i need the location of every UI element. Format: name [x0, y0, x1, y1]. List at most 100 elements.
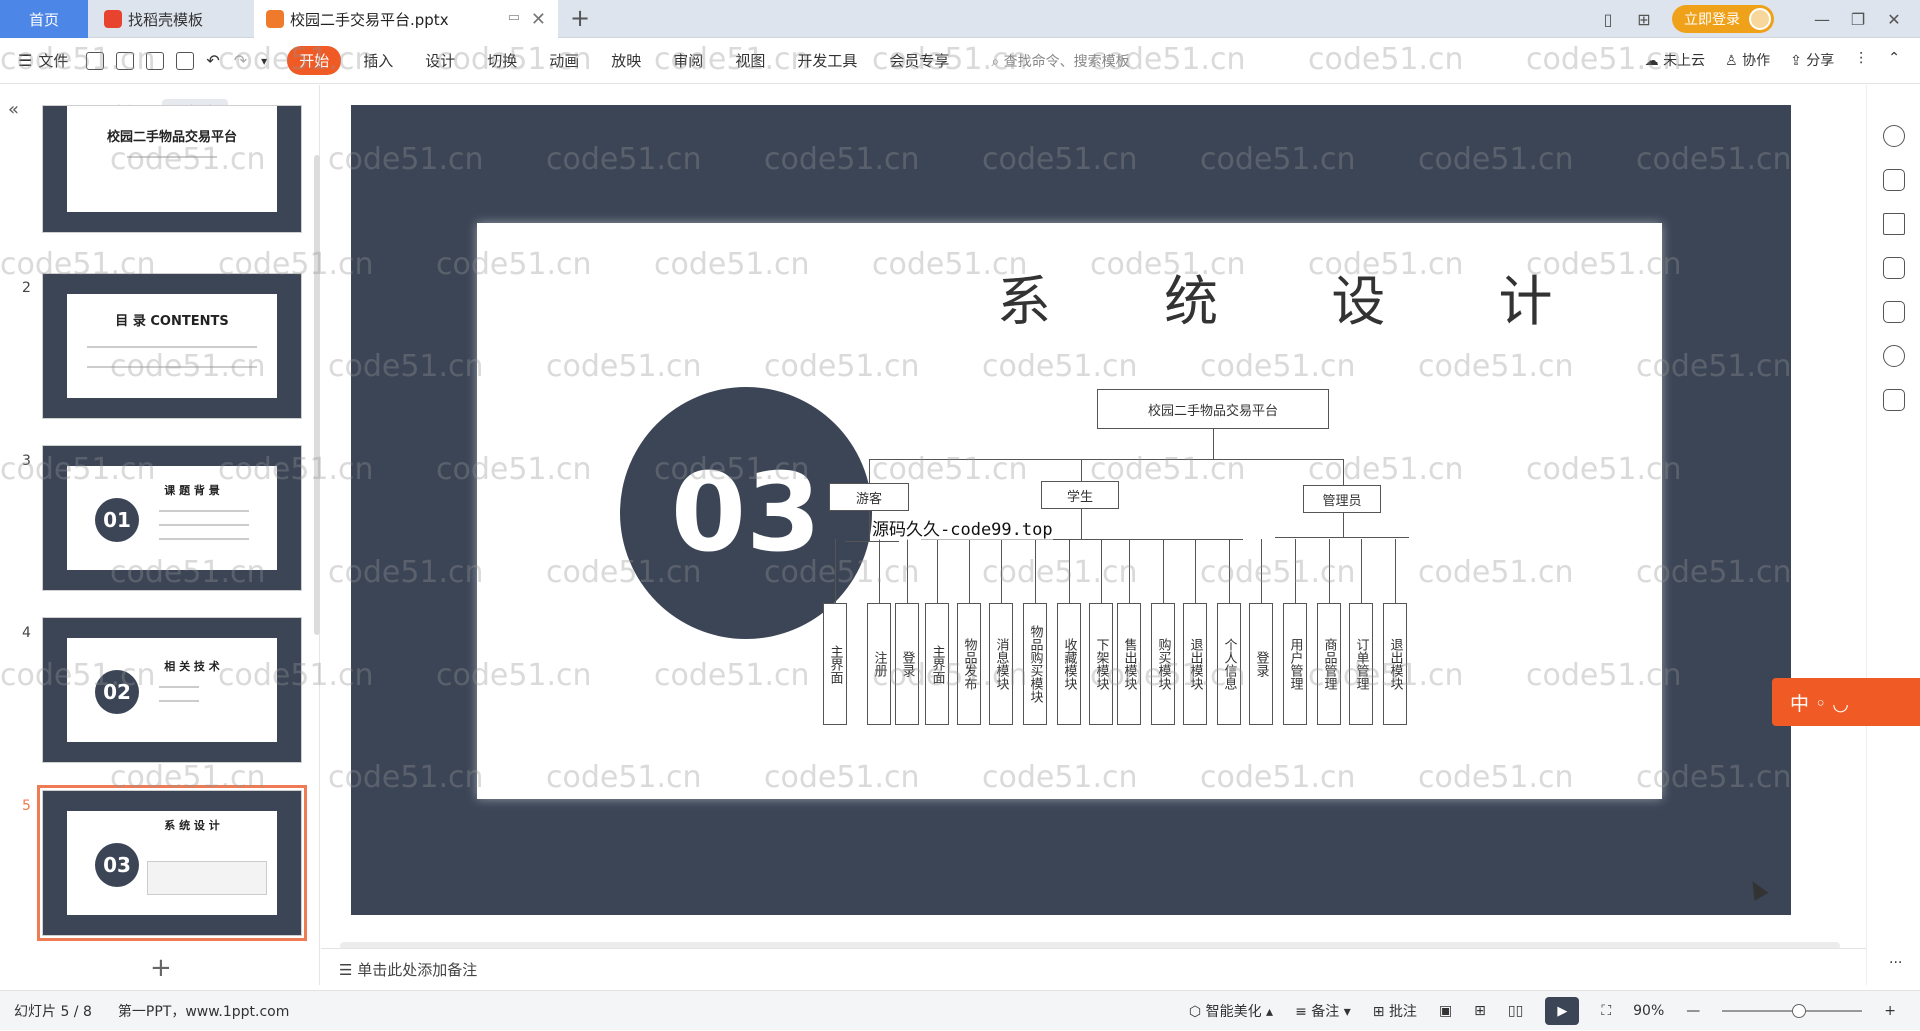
slide-thumb-1[interactable]: 校园二手物品交易平台	[42, 105, 302, 233]
zoom-level[interactable]: 90%	[1633, 1003, 1664, 1019]
tab-slideshow[interactable]: 放映	[611, 50, 641, 71]
location-icon[interactable]	[1883, 345, 1905, 367]
org-role-admin[interactable]: 管理员	[1303, 485, 1381, 513]
org-leaf[interactable]: 主界面	[925, 603, 949, 725]
org-leaf[interactable]: 售出模块	[1117, 603, 1141, 725]
org-leaf[interactable]: 消息模块	[989, 603, 1013, 725]
connector	[1343, 513, 1344, 537]
connector	[1101, 539, 1102, 603]
thumb-badge: 02	[95, 670, 139, 714]
zoom-slider[interactable]	[1722, 1004, 1863, 1018]
play-button[interactable]: ▶	[1545, 997, 1580, 1025]
collapse-panel-icon[interactable]: «	[8, 99, 19, 120]
notes-toggle[interactable]: ≡ 备注 ▾	[1295, 1001, 1351, 1021]
print-preview-icon[interactable]	[176, 51, 195, 70]
tab-review[interactable]: 审阅	[673, 50, 703, 71]
org-role-guest[interactable]: 游客	[829, 483, 909, 511]
org-leaf[interactable]: 用户管理	[1283, 603, 1307, 725]
redo-icon[interactable]: ↷	[234, 51, 247, 70]
org-root[interactable]: 校园二手物品交易平台	[1097, 389, 1329, 429]
tab-template[interactable]: 找稻壳模板	[90, 0, 250, 38]
tab-start[interactable]: 开始	[287, 46, 342, 75]
tab-member[interactable]: 会员专享	[889, 50, 949, 71]
rocket-icon[interactable]	[1883, 125, 1905, 147]
minimize-icon[interactable]: —	[1804, 10, 1840, 29]
file-menu[interactable]: 文件	[38, 50, 68, 71]
save-icon[interactable]	[86, 51, 105, 70]
org-leaf[interactable]: 订单管理	[1349, 603, 1373, 725]
share-button[interactable]: ⇪ 分享	[1790, 50, 1834, 70]
pin-icon[interactable]	[1883, 213, 1905, 235]
slide-thumb-5[interactable]: 03 系 统 设 计	[37, 785, 307, 941]
org-leaf[interactable]: 物品购买模块	[1023, 603, 1047, 725]
slide-title[interactable]: 系 统 设 计	[997, 257, 1601, 336]
org-leaf[interactable]: 登录	[895, 603, 919, 725]
image-icon[interactable]	[1883, 301, 1905, 323]
tab-home[interactable]: 首页	[0, 0, 88, 38]
notes-area[interactable]: ☰ 单击此处添加备注	[321, 948, 1866, 984]
apps-grid-icon[interactable]: ⊞	[1626, 10, 1662, 29]
collab-button[interactable]: ♙ 协作	[1725, 50, 1770, 70]
tab-document[interactable]: 校园二手交易平台.pptx ▭ ✕	[254, 0, 558, 38]
org-leaf[interactable]: 下架模块	[1089, 603, 1113, 725]
ime-badge[interactable]: 中 ◦ ◡	[1772, 678, 1920, 726]
more-dots-icon[interactable]: ···	[1889, 955, 1902, 971]
org-leaf[interactable]: 购买模块	[1151, 603, 1175, 725]
sorter-view-icon[interactable]: ⊞	[1474, 1003, 1486, 1019]
tab-animation[interactable]: 动画	[549, 50, 579, 71]
print-icon[interactable]	[146, 51, 165, 70]
comment-toggle[interactable]: ⊞ 批注	[1373, 1001, 1417, 1021]
org-leaf[interactable]: 退出模块	[1383, 603, 1407, 725]
book-icon[interactable]	[1883, 389, 1905, 411]
org-role-student[interactable]: 学生	[1041, 481, 1119, 509]
add-slide-button[interactable]: +	[150, 953, 172, 983]
zoom-knob[interactable]	[1792, 1004, 1807, 1018]
notes-icon: ☰	[339, 961, 353, 979]
org-leaf[interactable]: 收藏模块	[1057, 603, 1081, 725]
thumb-title: 目 录 CONTENTS	[115, 314, 229, 329]
close-window-icon[interactable]: ✕	[1876, 10, 1912, 29]
org-leaf[interactable]: 商品管理	[1317, 603, 1341, 725]
slide-thumb-3[interactable]: 01 课 题 背 景	[42, 445, 302, 591]
fit-window-icon[interactable]: ⛶	[1601, 1003, 1611, 1019]
org-leaf[interactable]: 退出模块	[1183, 603, 1207, 725]
titlebar-right: ▯ ⊞ 立即登录 — ❐ ✕	[1590, 0, 1920, 38]
menu-icon[interactable]: ☰	[18, 51, 32, 70]
org-leaf[interactable]: 注册	[867, 603, 891, 725]
export-pdf-icon[interactable]	[116, 51, 135, 70]
tab-transition[interactable]: 切换	[487, 50, 517, 71]
zoom-out-icon[interactable]: —	[1686, 1003, 1700, 1019]
layout-icon[interactable]: ▯	[1590, 10, 1626, 29]
more-icon[interactable]: ⋮	[1854, 50, 1868, 70]
beautify-button[interactable]: ⬡ 智能美化 ▴	[1189, 1001, 1273, 1021]
tab-developer[interactable]: 开发工具	[797, 50, 857, 71]
undo-icon[interactable]: ↶	[206, 51, 219, 70]
chevron-down-icon[interactable]: ▾	[261, 54, 267, 68]
slide-thumb-2[interactable]: 目 录 CONTENTS	[42, 273, 302, 419]
org-leaf[interactable]: 主界面	[823, 603, 847, 725]
close-tab-icon[interactable]: ✕	[531, 9, 546, 30]
cloud-status[interactable]: ☁ 未上云	[1645, 50, 1705, 70]
screen-icon[interactable]: ▭	[508, 10, 520, 25]
org-leaf[interactable]: 物品发布	[957, 603, 981, 725]
settings-sliders-icon[interactable]	[1883, 169, 1905, 191]
current-slide[interactable]: 系 统 设 计 03 校园二手物品交易平台 游客 学生 管理员 主界面 注册 登录主…	[477, 223, 1662, 799]
slide-thumb-4[interactable]: 02 相 关 技 术	[42, 617, 302, 763]
tab-view[interactable]: 视图	[735, 50, 765, 71]
tab-insert[interactable]: 插入	[363, 50, 393, 71]
tab-design[interactable]: 设计	[425, 50, 455, 71]
restore-icon[interactable]: ❐	[1840, 10, 1876, 29]
zoom-in-icon[interactable]: +	[1884, 1003, 1896, 1019]
normal-view-icon[interactable]: ▣	[1439, 1003, 1452, 1019]
org-leaf[interactable]: 个人信息	[1217, 603, 1241, 725]
org-leaf[interactable]: 登录	[1249, 603, 1273, 725]
command-search[interactable]: ⌕ 查找命令、搜索模板	[991, 51, 1129, 71]
collapse-ribbon-icon[interactable]: ⌃	[1888, 50, 1900, 70]
reading-view-icon[interactable]: ▯▯	[1508, 1003, 1523, 1019]
comment-label: 批注	[1388, 1004, 1417, 1020]
login-button[interactable]: 立即登录	[1672, 5, 1774, 33]
ppt-file-icon	[266, 10, 284, 28]
new-tab-button[interactable]: +	[570, 4, 590, 32]
panel-scrollbar[interactable]	[314, 155, 320, 635]
comment-icon[interactable]	[1883, 257, 1905, 279]
